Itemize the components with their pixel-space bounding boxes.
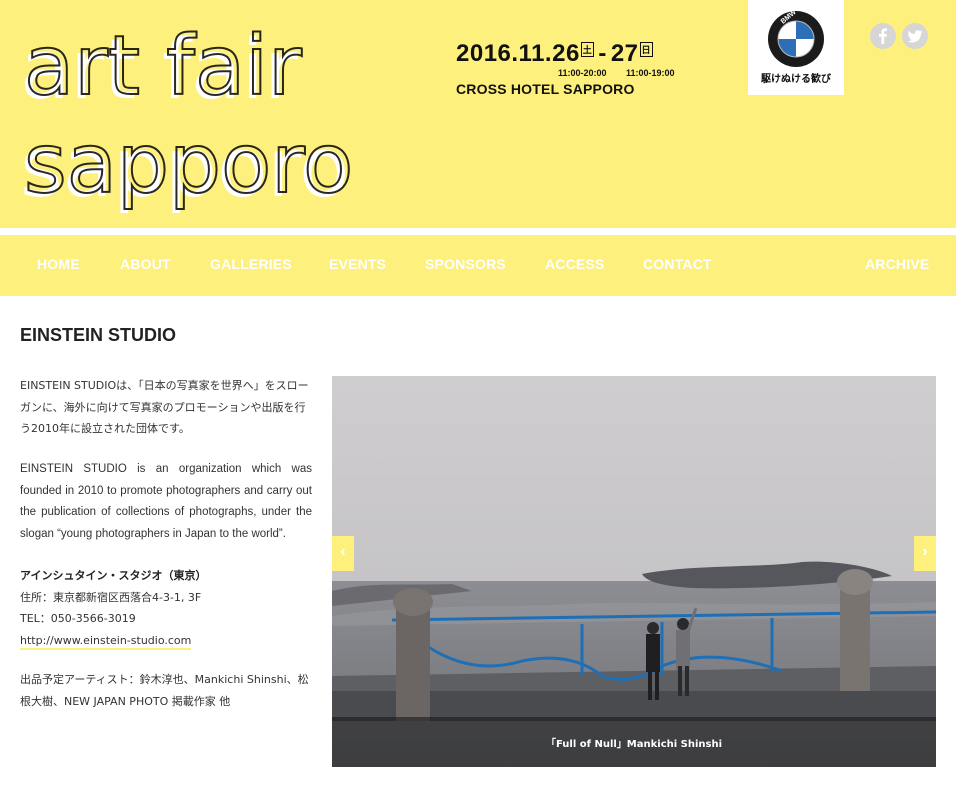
contact-info: アインシュタイン・スタジオ（東京） 住所：東京都新宿区西落合4-3-1, 3F … (20, 565, 312, 651)
date-separator: - (598, 40, 607, 67)
page-title: EINSTEIN STUDIO (20, 325, 177, 345)
bmw-logo-icon: BMW (768, 10, 824, 67)
photo-slider[interactable]: ‹ › 「Full of Null」Mankichi Shinshi (332, 376, 936, 767)
hours-day-2: 11:00-19:00 (626, 68, 675, 78)
description-japanese: EINSTEIN STUDIOは、「日本の写真家を世界へ」をスローガンに、海外に… (20, 379, 309, 435)
logo-line-1-shadow: art fair (24, 19, 302, 114)
contact-address: 住所：東京都新宿区西落合4-3-1, 3F (20, 590, 202, 604)
venue: CROSS HOTEL SAPPORO (456, 81, 635, 97)
chevron-left-icon: ‹ (340, 543, 346, 560)
sponsor-tagline: 駆けぬける歓び (761, 74, 831, 85)
art-fair-sapporo-logo[interactable]: art fair art fair sapporo sapporo (20, 14, 450, 214)
site-header: art fair art fair sapporo sapporo 2016.1… (0, 0, 956, 228)
contact-tel: TEL：050-3566-3019 (20, 612, 136, 625)
slide-photo (332, 376, 936, 767)
nav-galleries[interactable]: GALLERIES (210, 256, 292, 272)
nav-access[interactable]: ACCESS (545, 256, 605, 272)
twitter-icon (907, 30, 923, 43)
event-info: 2016.11.26 土 -27 日 11:00-20:00 11:00-19:00 … (456, 40, 675, 97)
nav-sponsors[interactable]: SPONSORS (425, 256, 506, 272)
sponsor-banner[interactable]: BMW 駆けぬける歓び (748, 0, 844, 95)
date-end: 27 (610, 40, 639, 67)
nav-archive[interactable]: ARCHIVE (865, 256, 929, 272)
nav-about[interactable]: ABOUT (120, 256, 171, 272)
day-of-week-end: 日 (639, 42, 654, 57)
main-nav: HOME ABOUT GALLERIES EVENTS SPONSORS ACC… (0, 235, 956, 296)
facebook-icon (879, 28, 887, 44)
facebook-button[interactable] (870, 23, 896, 49)
chevron-right-icon: › (922, 543, 928, 560)
website-link[interactable]: http://www.einstein-studio.com (20, 633, 192, 650)
logo-line-2-shadow: sapporo (24, 117, 353, 212)
description-english: EINSTEIN STUDIO is an organization which… (20, 463, 312, 540)
nav-contact[interactable]: CONTACT (643, 256, 712, 272)
slider-next-button[interactable]: › (914, 536, 936, 571)
nav-events[interactable]: EVENTS (329, 256, 386, 272)
date-start: 2016.11.26 (456, 40, 580, 67)
slider-prev-button[interactable]: ‹ (332, 536, 354, 571)
twitter-button[interactable] (902, 23, 928, 49)
event-dates: 2016.11.26 土 -27 日 (456, 40, 654, 68)
event-hours: 11:00-20:00 11:00-19:00 (456, 68, 675, 80)
day-of-week-start: 土 (580, 42, 595, 57)
slide-caption-bar: 「Full of Null」Mankichi Shinshi (332, 717, 936, 767)
hours-day-1: 11:00-20:00 (558, 68, 607, 78)
nav-home[interactable]: HOME (37, 256, 80, 272)
slide-caption: 「Full of Null」Mankichi Shinshi (545, 739, 723, 750)
contact-name: アインシュタイン・スタジオ（東京） (20, 569, 207, 582)
artists-list: 出品予定アーティスト：鈴木淳也、Mankichi Shinshi、松根大樹、NE… (20, 673, 309, 708)
